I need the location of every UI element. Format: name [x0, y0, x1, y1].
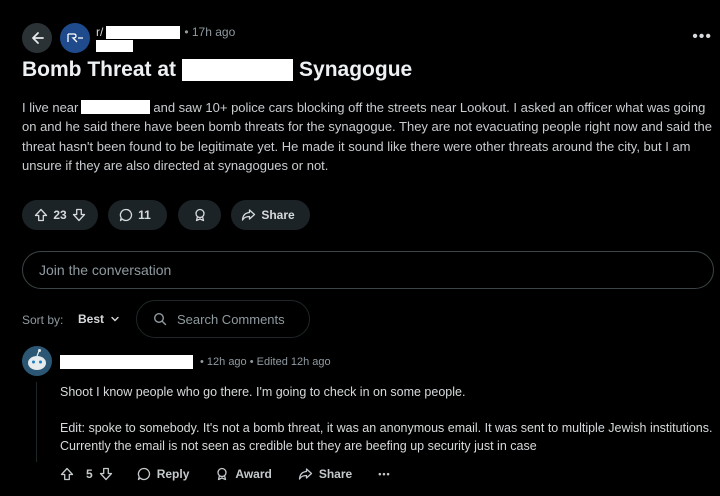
- comment-more-button[interactable]: •••: [378, 469, 390, 479]
- subreddit-name[interactable]: r/ • 17h ago: [96, 25, 235, 39]
- join-conversation-input[interactable]: Join the conversation: [22, 251, 714, 289]
- comment-thread-line[interactable]: [36, 382, 37, 462]
- back-button[interactable]: [22, 23, 52, 53]
- comment-text: Shoot I know people who go there. I'm go…: [60, 385, 466, 399]
- post-body: I live near and saw 10+ police cars block…: [22, 100, 712, 174]
- comment-actions: 5 Reply Award Share •••: [60, 465, 417, 483]
- redacted-subreddit: [106, 25, 181, 39]
- vote-control: 23: [22, 200, 98, 230]
- comment-meta: • 12h ago • Edited 12h ago: [200, 356, 331, 368]
- upvote-icon[interactable]: [34, 208, 48, 222]
- redacted-location: [81, 100, 151, 114]
- award-icon: [217, 467, 228, 481]
- share-button[interactable]: Share: [298, 467, 352, 481]
- comments-button[interactable]: 11: [108, 200, 167, 230]
- redacted-username: [96, 40, 133, 52]
- post-time: • 17h ago: [184, 25, 236, 39]
- redacted-commenter: [60, 355, 193, 369]
- share-arrow-icon: [298, 468, 312, 480]
- sort-label: Sort by:: [22, 313, 64, 327]
- search-comments-input[interactable]: Search Comments: [136, 300, 310, 338]
- upvote-icon[interactable]: [60, 467, 74, 481]
- comment-vote-control: 5: [60, 467, 119, 481]
- subreddit-logo-icon: [67, 33, 83, 43]
- post-title: Bomb Threat at Synagogue: [22, 58, 413, 81]
- arrow-left-icon: [32, 32, 44, 44]
- comment-bubble-icon: [120, 208, 133, 222]
- commenter-avatar[interactable]: [22, 346, 52, 376]
- award-button[interactable]: Award: [215, 467, 272, 481]
- sort-dropdown[interactable]: Best: [78, 312, 120, 326]
- snoo-avatar-icon: [22, 346, 52, 376]
- comment-edit-text: Edit: spoke to somebody. It's not a bomb…: [60, 421, 713, 453]
- comment-count: 11: [138, 208, 151, 222]
- share-arrow-icon: [242, 209, 256, 221]
- share-button[interactable]: Share: [231, 200, 310, 230]
- chevron-down-icon: [111, 316, 119, 322]
- redacted-location: [182, 59, 294, 81]
- comment-bubble-icon: [137, 467, 150, 481]
- downvote-icon[interactable]: [99, 467, 113, 481]
- downvote-icon[interactable]: [72, 208, 86, 222]
- award-button[interactable]: [178, 200, 221, 230]
- reply-button[interactable]: Reply: [137, 467, 189, 481]
- vote-count: 23: [53, 208, 67, 222]
- award-icon: [194, 208, 205, 222]
- more-options-button[interactable]: •••: [692, 28, 712, 46]
- subreddit-icon[interactable]: [60, 23, 90, 53]
- comment-vote-count: 5: [86, 467, 93, 481]
- search-icon: [153, 312, 167, 326]
